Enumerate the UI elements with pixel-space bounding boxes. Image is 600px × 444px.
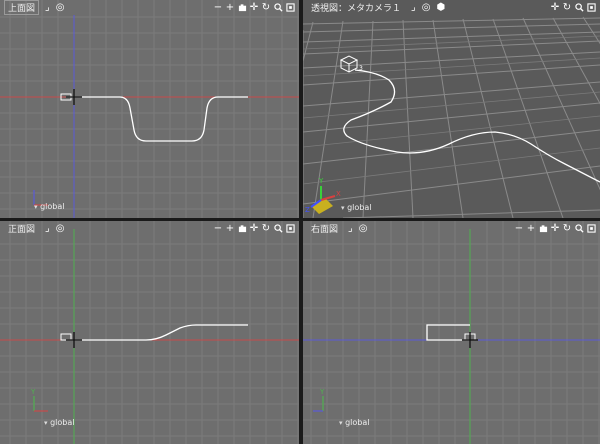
move-icon[interactable]: ✛ <box>249 2 259 13</box>
chevron-down-icon: ▾ <box>44 419 48 427</box>
chevron-down-icon[interactable]: ⌟ <box>45 223 50 234</box>
perspective-global-label[interactable]: ▾ global <box>341 203 371 212</box>
chevron-down-icon[interactable]: ⌟ <box>45 2 50 13</box>
cube-icon[interactable]: ⬢ <box>436 2 445 13</box>
top-viewport-title[interactable]: 上面図 <box>4 0 40 15</box>
move-icon[interactable]: ✛ <box>550 223 560 234</box>
front-viewport-title[interactable]: 正面図 <box>4 221 39 236</box>
perspective-viewport-header: 透視図：メタカメラ１ ⌟ ◎ ⬢ ✛ ↻ <box>303 0 600 15</box>
rotate-icon[interactable]: ↻ <box>261 223 271 234</box>
global-text: global <box>40 202 65 211</box>
front-global-label[interactable]: ▾ global <box>44 418 74 427</box>
minus-icon[interactable]: − <box>213 223 223 234</box>
pivot-cross <box>66 89 82 105</box>
object-marker <box>60 333 72 341</box>
minus-icon[interactable]: − <box>213 2 223 13</box>
perspective-viewport[interactable]: 透視図：メタカメラ１ ⌟ ◎ ⬢ ✛ ↻ 3 Y X Z ▾ global <box>303 0 600 218</box>
viewport-layout: 上面図 ⌟ ◎ − + ✛ ↻ ▾ global 透視図：メタカメラ１ ⌟ ◎ … <box>0 0 600 444</box>
right-viewport[interactable]: 右面図 ⌟ ◎ − + ✛ ↻ Y ▾ global <box>303 221 600 444</box>
search-icon[interactable] <box>574 224 584 234</box>
top-global-label[interactable]: ▾ global <box>34 202 64 211</box>
search-icon[interactable] <box>574 3 584 13</box>
camera-icon[interactable] <box>237 3 247 13</box>
plus-icon[interactable]: + <box>225 223 235 234</box>
right-global-label[interactable]: ▾ global <box>339 418 369 427</box>
chevron-down-icon: ▾ <box>339 419 343 427</box>
chevron-down-icon[interactable]: ⌟ <box>348 223 353 234</box>
top-viewport[interactable]: 上面図 ⌟ ◎ − + ✛ ↻ ▾ global <box>0 0 299 218</box>
chevron-down-icon: ▾ <box>34 203 38 211</box>
target-icon[interactable]: ◎ <box>56 2 65 13</box>
top-viewport-header: 上面図 ⌟ ◎ − + ✛ ↻ <box>0 0 299 15</box>
fit-view-icon[interactable] <box>586 224 596 234</box>
pivot-cross <box>462 332 478 348</box>
curve-path <box>426 324 470 341</box>
rotate-icon[interactable]: ↻ <box>562 2 572 13</box>
right-grid: Y <box>303 221 600 444</box>
y-axis-label: Y <box>30 388 36 396</box>
target-icon[interactable]: ◎ <box>56 223 65 234</box>
global-text: global <box>347 203 372 212</box>
camera-icon[interactable] <box>538 224 548 234</box>
perspective-grid: 3 Y X Z <box>303 0 600 218</box>
rotate-icon[interactable]: ↻ <box>261 2 271 13</box>
x-axis-label: X <box>336 190 341 198</box>
top-grid <box>0 0 299 218</box>
y-axis-label: Y <box>319 388 325 396</box>
fit-view-icon[interactable] <box>285 3 295 13</box>
curve-path <box>66 324 248 341</box>
target-icon[interactable]: ◎ <box>359 223 368 234</box>
global-text: global <box>50 418 75 427</box>
chevron-down-icon: ▾ <box>341 204 345 212</box>
minus-icon[interactable]: − <box>514 223 524 234</box>
move-icon[interactable]: ✛ <box>550 2 560 13</box>
chevron-down-icon[interactable]: ⌟ <box>411 2 416 13</box>
y-axis-label: Y <box>318 177 324 185</box>
right-viewport-title[interactable]: 右面図 <box>307 221 342 236</box>
z-axis-label: Z <box>305 206 310 214</box>
plus-icon[interactable]: + <box>225 2 235 13</box>
front-grid: Y <box>0 221 299 444</box>
search-icon[interactable] <box>273 224 283 234</box>
front-viewport-header: 正面図 ⌟ ◎ − + ✛ ↻ <box>0 221 299 236</box>
fit-view-icon[interactable] <box>586 3 596 13</box>
global-text: global <box>345 418 370 427</box>
camera-label: 3 <box>359 65 363 72</box>
rotate-icon[interactable]: ↻ <box>562 223 572 234</box>
front-viewport[interactable]: 正面図 ⌟ ◎ − + ✛ ↻ Y ▾ global <box>0 221 299 444</box>
move-icon[interactable]: ✛ <box>249 223 259 234</box>
curve-path <box>66 96 248 142</box>
perspective-viewport-title[interactable]: 透視図：メタカメラ１ <box>307 0 405 15</box>
camera-icon[interactable] <box>237 224 247 234</box>
target-icon[interactable]: ◎ <box>422 2 431 13</box>
search-icon[interactable] <box>273 3 283 13</box>
right-viewport-header: 右面図 ⌟ ◎ − + ✛ ↻ <box>303 221 600 236</box>
plus-icon[interactable]: + <box>526 223 536 234</box>
fit-view-icon[interactable] <box>285 224 295 234</box>
